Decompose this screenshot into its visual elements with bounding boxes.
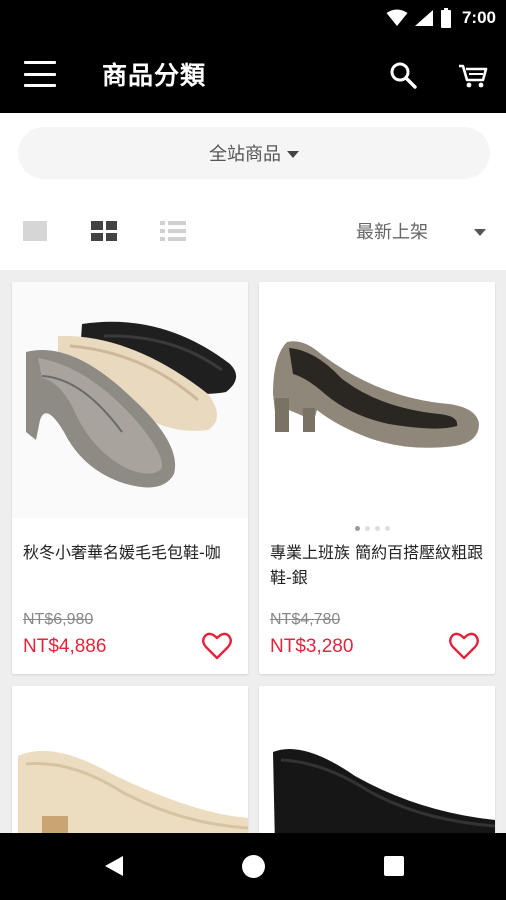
product-grid: 秋冬小奢華名媛毛毛包鞋-咖 NT$6,980 NT$4,886 專業上班族 簡約…	[0, 270, 506, 833]
product-name: 秋冬小奢華名媛毛毛包鞋-咖	[23, 543, 221, 562]
grid-view-icon[interactable]	[91, 221, 117, 241]
original-price: NT$4,780	[270, 611, 341, 628]
cart-icon[interactable]	[457, 61, 489, 89]
sale-price: NT$4,886	[23, 636, 107, 657]
product-card[interactable]	[259, 686, 495, 833]
product-image	[259, 282, 495, 518]
category-dropdown[interactable]: 全站商品	[18, 127, 490, 179]
signal-icon	[414, 10, 433, 26]
category-label: 全站商品	[209, 144, 281, 165]
product-card[interactable]	[12, 686, 248, 833]
caret-down-icon	[287, 150, 299, 158]
product-name: 專業上班族 簡約百搭壓紋粗跟鞋-銀	[270, 543, 484, 587]
sort-dropdown[interactable]: 最新上架	[356, 217, 486, 245]
image-carousel-dots	[355, 526, 390, 531]
sort-label: 最新上架	[356, 222, 428, 243]
original-price: NT$6,980	[23, 611, 94, 628]
app-bar: 商品分類	[0, 36, 506, 113]
carousel-dot[interactable]	[355, 526, 360, 531]
back-icon[interactable]	[103, 854, 125, 878]
system-nav-bar	[0, 833, 506, 900]
filter-area: 全站商品 最新上架	[0, 113, 506, 270]
status-bar: 7:00	[0, 0, 506, 36]
product-card[interactable]: 秋冬小奢華名媛毛毛包鞋-咖 NT$6,980 NT$4,886	[12, 282, 248, 674]
wifi-icon	[386, 9, 408, 26]
menu-icon[interactable]	[24, 61, 56, 87]
status-time: 7:00	[461, 8, 496, 27]
heart-icon[interactable]	[449, 632, 479, 660]
list-view-icon[interactable]	[160, 221, 186, 241]
caret-down-icon	[474, 228, 486, 236]
heart-icon[interactable]	[202, 632, 232, 660]
product-image	[12, 282, 248, 518]
single-view-icon[interactable]	[23, 221, 47, 241]
home-icon[interactable]	[242, 855, 265, 878]
page-title: 商品分類	[102, 61, 207, 90]
search-icon[interactable]	[389, 61, 417, 89]
recent-apps-icon[interactable]	[384, 856, 404, 876]
carousel-dot[interactable]	[365, 526, 370, 531]
battery-icon	[440, 8, 451, 28]
carousel-dot[interactable]	[385, 526, 390, 531]
sale-price: NT$3,280	[270, 636, 354, 657]
product-image	[259, 686, 495, 833]
product-card[interactable]: 專業上班族 簡約百搭壓紋粗跟鞋-銀 NT$4,780 NT$3,280	[259, 282, 495, 674]
carousel-dot[interactable]	[375, 526, 380, 531]
screen: 7:00 商品分類 全站商品 最新上架 秋冬小奢華名媛毛毛包鞋-咖 NT$6,9…	[0, 0, 506, 900]
product-image	[12, 686, 248, 833]
